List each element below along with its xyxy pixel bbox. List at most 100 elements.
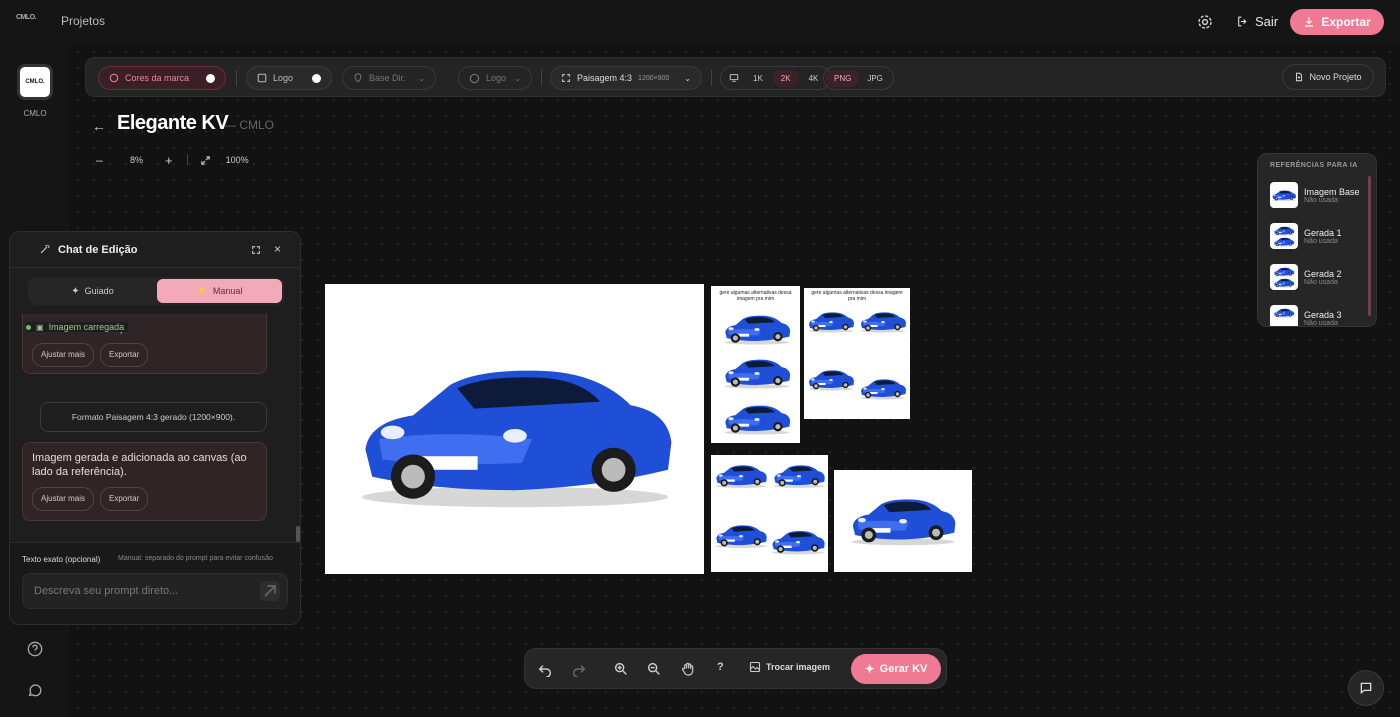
chat-bubble-icon[interactable] <box>27 682 43 698</box>
format-png[interactable]: PNG <box>826 69 860 87</box>
logout-button[interactable]: Sair <box>1228 6 1280 36</box>
send-button[interactable] <box>260 581 280 601</box>
reference-item[interactable]: Gerada 1 Não usada <box>1270 221 1370 251</box>
car-variations <box>808 312 906 400</box>
shortcuts-help-button[interactable]: ? <box>717 661 724 673</box>
generate-kv-button[interactable]: ✦ Gerar KV <box>851 654 941 684</box>
file-format-selector: PNG JPG <box>823 66 894 90</box>
undo-icon[interactable] <box>537 661 553 677</box>
logo-select-label: Logo <box>486 73 507 83</box>
logo-position-select[interactable]: Base Dir. ⌄ <box>342 66 436 90</box>
sparkle-icon: ✦ <box>864 662 875 676</box>
format-label: Paisagem 4:3 <box>577 73 633 83</box>
new-project-button[interactable]: Novo Projeto <box>1282 64 1374 90</box>
back-arrow-icon[interactable]: ← <box>92 118 106 134</box>
expand-icon[interactable] <box>251 245 261 255</box>
mode-switch: ✦ Guiado ⚡ Manual <box>28 277 284 305</box>
gear-icon[interactable] <box>1196 13 1214 31</box>
brand-colors-toggle[interactable]: Cores da marca <box>98 66 226 90</box>
base-image[interactable] <box>325 284 704 574</box>
image-loaded-status: ▣ Imagem carregada <box>26 322 129 332</box>
reference-status: Não usada <box>1304 196 1338 204</box>
message-icon <box>1360 682 1372 695</box>
prompt-input[interactable]: Descreva seu prompt direto... <box>22 573 288 609</box>
canvas-dock: ? Trocar imagem ✦ Gerar KV <box>524 648 947 689</box>
bolt-icon: ⚡ <box>196 285 208 296</box>
format-size: 1200×900 <box>638 74 670 82</box>
redo-icon[interactable] <box>571 661 587 677</box>
project-title: Elegante KV <box>117 112 229 134</box>
toggle-dot <box>312 73 321 83</box>
nav-projects-link[interactable]: Projetos <box>61 14 105 28</box>
format-jpg[interactable]: JPG <box>859 70 891 87</box>
reference-item[interactable]: Imagem Base Não usada <box>1270 180 1370 210</box>
exact-text-label: Texto exato (opcional) <box>22 555 101 564</box>
divider <box>186 154 188 166</box>
zoom-out-icon[interactable]: – <box>96 153 110 167</box>
export-button[interactable]: Exportar <box>1290 9 1384 35</box>
reference-name: Imagem Base <box>1304 186 1360 197</box>
exact-text-hint: Manual: separado do prompt para evitar c… <box>118 555 273 562</box>
adjust-more-button[interactable]: Ajustar mais <box>32 487 95 511</box>
divider <box>236 70 237 86</box>
scrollbar[interactable] <box>1368 176 1371 316</box>
chevron-down-icon: ⌄ <box>418 73 425 83</box>
sparkle-icon: ✦ <box>71 285 80 297</box>
generate-kv-label: Gerar KV <box>879 663 928 675</box>
resolution-2k[interactable]: 2K <box>772 69 799 87</box>
export-label: Exportar <box>1321 15 1371 29</box>
logout-label: Sair <box>1255 13 1279 29</box>
chat-messages: lado da referência). Ajustar mais Export… <box>10 314 300 544</box>
references-title: REFERÊNCIAS PARA IA <box>1270 162 1358 169</box>
close-icon[interactable]: × <box>274 242 281 256</box>
brand-tile[interactable]: CMLO. <box>17 64 53 100</box>
image-icon: ▣ <box>36 322 44 332</box>
scrollbar[interactable] <box>296 526 300 542</box>
system-text: Formato Paisagem 4:3 gerado (1200×900). <box>71 412 236 422</box>
car-variations <box>724 315 791 435</box>
divider <box>541 70 542 86</box>
feedback-button[interactable] <box>1348 670 1384 706</box>
mode-guided-tab[interactable]: ✦ Guiado <box>30 279 155 303</box>
zoom-in-icon[interactable] <box>613 661 629 677</box>
status-dot <box>26 324 31 330</box>
zoom-in-icon[interactable]: + <box>165 153 173 168</box>
replace-image-label: Trocar imagem <box>766 662 831 672</box>
generated-image-1[interactable]: gere algumas alternativas dessa imagem p… <box>711 286 800 443</box>
reference-item[interactable]: Gerada 2 Não usada <box>1270 262 1370 292</box>
reference-thumbnail <box>1270 305 1298 326</box>
new-project-label: Novo Projeto <box>1309 72 1362 82</box>
export-message-button[interactable]: Exportar <box>100 343 149 367</box>
mode-manual-label: Manual <box>212 286 243 296</box>
mode-manual-tab[interactable]: ⚡ Manual <box>157 279 282 303</box>
help-icon[interactable] <box>27 641 43 657</box>
reference-name: Gerada 3 <box>1304 309 1342 320</box>
reference-item[interactable]: Gerada 3 Não usada <box>1270 303 1370 327</box>
zoom-out-icon[interactable] <box>646 661 662 677</box>
logo-label: Logo <box>273 73 294 83</box>
reference-status: Não usada <box>1304 319 1338 327</box>
zoom-controls: – 8% + 100% <box>96 150 256 170</box>
monitor-icon <box>729 74 739 82</box>
format-select[interactable]: Paisagem 4:3 1200×900 ⌄ <box>550 66 702 90</box>
assistant-message: Imagem gerada e adicionada ao canvas (ao… <box>22 442 267 521</box>
new-file-icon <box>1296 72 1303 82</box>
logo-select[interactable]: Logo ⌄ <box>458 66 532 90</box>
logo-toggle[interactable]: Logo <box>246 66 332 90</box>
options-toolbar: Cores da marca Logo Base Dir. ⌄ Logo ⌄ P… <box>85 57 1386 97</box>
adjust-more-button[interactable]: Ajustar mais <box>32 343 95 367</box>
toggle-dot <box>206 73 215 83</box>
generated-image-3[interactable] <box>711 455 828 572</box>
resolution-1k[interactable]: 1K <box>745 70 771 87</box>
hand-pan-icon[interactable] <box>680 661 696 677</box>
app-logo[interactable]: CMLO. <box>16 14 37 21</box>
replace-image-button[interactable]: Trocar imagem <box>749 661 830 673</box>
image-icon <box>257 73 267 83</box>
generated-image-2[interactable]: gere algumas alternativas dessa imagem p… <box>804 288 910 419</box>
reference-status: Não usada <box>1304 237 1338 245</box>
brand-colors-label: Cores da marca <box>125 73 190 83</box>
fit-screen-icon[interactable] <box>200 155 211 166</box>
generated-image-4[interactable] <box>834 470 972 572</box>
car-variations <box>715 465 825 555</box>
export-message-button[interactable]: Exportar <box>100 487 149 511</box>
